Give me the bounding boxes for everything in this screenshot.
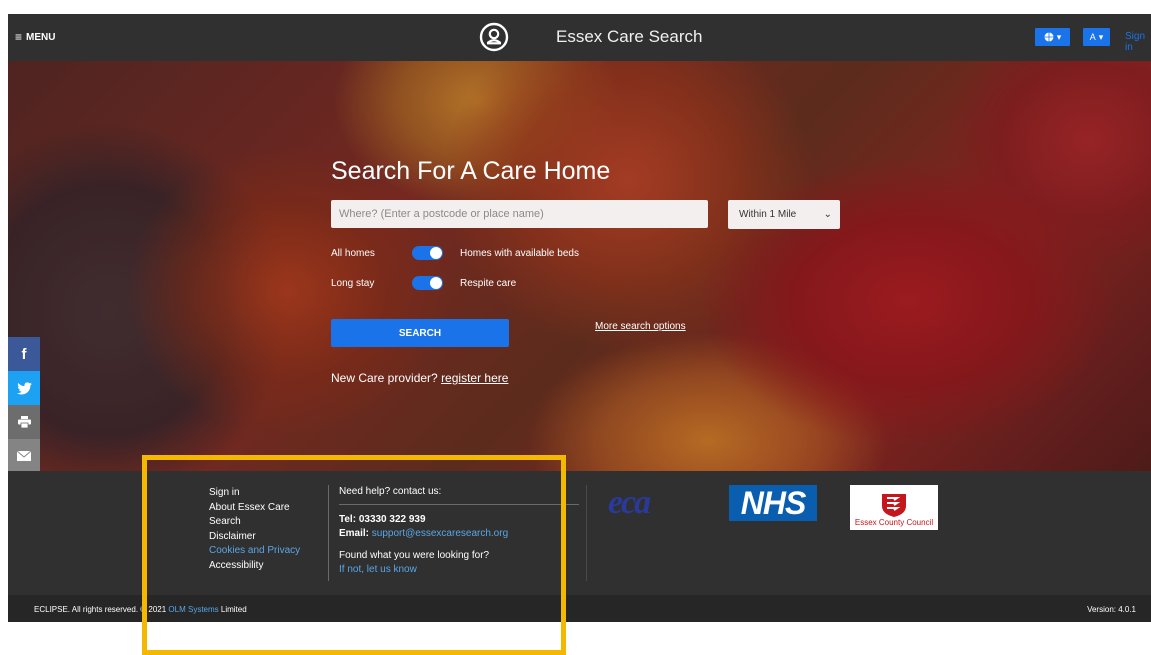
site-title[interactable]: Essex Care Search [556,27,702,47]
menu-button[interactable]: ≡ MENU [15,29,55,45]
essex-county-council-logo[interactable]: Essex County Council [850,485,938,530]
footer-link-about[interactable]: About Essex Care Search [209,501,319,530]
search-button[interactable]: SEARCH [331,319,509,347]
toggle-row-stay-type: Long stay Respite care [331,275,516,291]
register-here-link[interactable]: register here [441,371,508,385]
more-search-options-link[interactable]: More search options [595,321,686,332]
essex-crest-icon [882,494,906,517]
search-heading: Search For A Care Home [331,157,611,185]
footer-link-accessibility[interactable]: Accessibility [209,559,319,574]
social-share-bar: f + [8,337,40,471]
toggle-left-label: Long stay [331,277,375,289]
support-email-link[interactable]: support@essexcaresearch.org [372,528,508,539]
eca-logo[interactable]: eca [608,483,698,523]
toggle-row-home-type: All homes Homes with available beds [331,245,579,261]
hero-background-image [8,61,1151,471]
footer-link-cookies[interactable]: Cookies and Privacy [209,544,319,559]
text-size-button[interactable]: A ▾ [1083,28,1110,46]
toggle-knob [430,247,442,259]
radius-select[interactable]: Within 1 Mile ⌄ [728,200,840,229]
menu-label: MENU [26,31,56,43]
copyright-text: ECLIPSE. All rights reserved. © 2021 OLM… [34,605,247,614]
print-share-button[interactable] [8,405,40,439]
contact-telephone: Tel: 03330 322 939 [339,514,426,525]
facebook-icon: f [21,345,27,363]
site-logo-icon[interactable] [479,22,509,52]
hero-banner: Search For A Care Home Within 1 Mile ⌄ A… [8,61,1151,471]
toggle-right-label: Homes with available beds [460,247,579,259]
language-button[interactable]: ▾ [1035,28,1070,46]
footer-links: Sign in About Essex Care Search Disclaim… [209,486,319,573]
globe-icon [1044,32,1054,42]
availability-toggle[interactable] [412,246,443,260]
text-size-label: A [1089,32,1096,42]
provider-register-line: New Care provider? register here [331,371,508,385]
twitter-icon [16,381,32,394]
toggle-knob [430,277,442,289]
email-label: Email: [339,528,370,539]
copyright-prefix: ECLIPSE. All rights reserved. © 2021 [34,605,167,614]
nhs-logo[interactable]: NHS [729,485,817,521]
signin-link[interactable]: Sign in [1125,31,1151,53]
provider-text: New Care provider? [331,371,438,385]
footer-divider [328,485,329,581]
toggle-left-label: All homes [331,247,375,259]
footer: Sign in About Essex Care Search Disclaim… [8,471,1151,595]
email-icon [17,451,31,461]
location-search-input[interactable] [331,200,708,228]
feedback-question: Found what you were looking for? [339,550,490,561]
chevron-down-icon: ⌄ [823,209,832,220]
app-frame: ≡ MENU Essex Care Search ▾ A ▾ Sign in S… [8,14,1151,622]
contact-email-row: Email: support@essexcaresearch.org [339,528,579,539]
stay-type-toggle[interactable] [412,276,443,290]
twitter-share-button[interactable] [8,371,40,405]
feedback-link[interactable]: If not, let us know [339,564,579,575]
contact-heading: Need help? contact us: [339,486,442,497]
print-icon [17,416,31,428]
contact-divider [339,504,579,505]
version-label: Version: 4.0.1 [1087,605,1136,614]
footer-divider [586,485,587,581]
top-navbar: ≡ MENU Essex Care Search ▾ A ▾ Sign in [8,14,1151,61]
contact-block: Need help? contact us: Tel: 03330 322 93… [339,486,579,575]
email-share-button[interactable] [8,439,40,471]
chevron-down-icon: ▾ [1056,31,1062,42]
footer-link-sign-in[interactable]: Sign in [209,486,319,501]
ecc-logo-text: Essex County Council [854,518,934,527]
hamburger-icon: ≡ [15,30,23,44]
radius-select-value: Within 1 Mile [739,209,797,220]
olm-systems-link[interactable]: OLM Systems [168,605,218,614]
chevron-down-icon: ▾ [1098,31,1104,42]
facebook-share-button[interactable]: f [8,337,40,371]
copyright-bar: ECLIPSE. All rights reserved. © 2021 OLM… [8,595,1151,622]
toggle-right-label: Respite care [460,277,517,289]
copyright-suffix: Limited [220,605,247,614]
footer-link-disclaimer[interactable]: Disclaimer [209,530,319,545]
